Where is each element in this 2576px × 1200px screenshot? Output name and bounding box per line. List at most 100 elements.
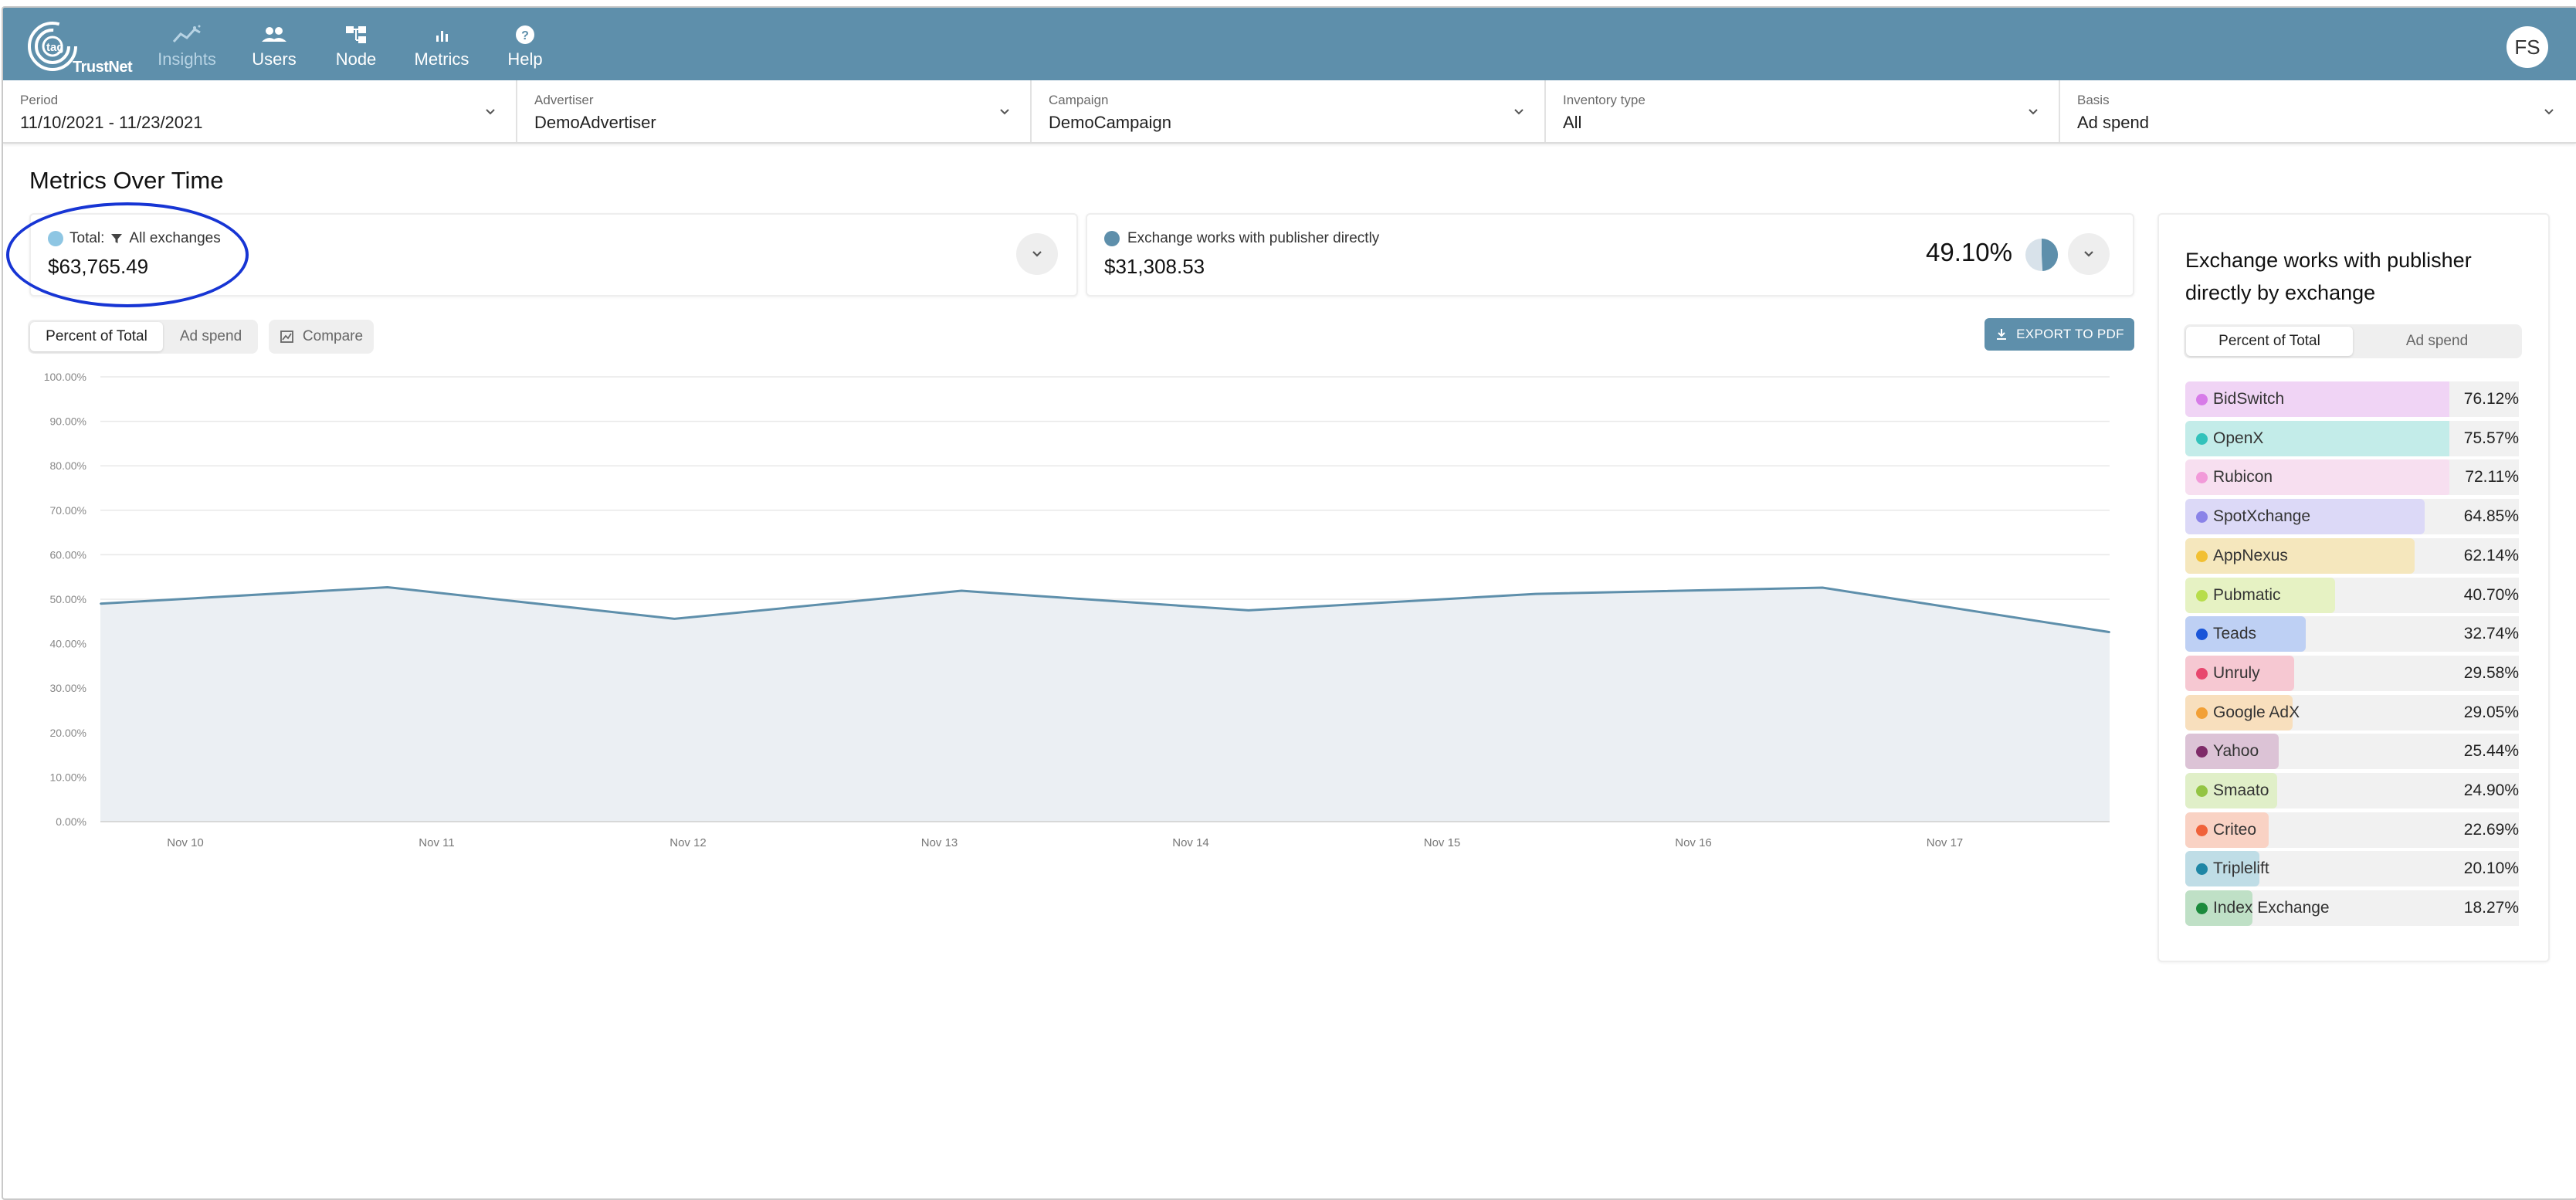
compare-label: Compare bbox=[302, 328, 364, 344]
help-icon: ? bbox=[516, 25, 534, 44]
side-tab-percent-of-total[interactable]: Percent of Total bbox=[2186, 327, 2353, 356]
data-point[interactable] bbox=[100, 602, 101, 605]
exchange-color-dot bbox=[2196, 511, 2208, 524]
period-filter[interactable]: Period 11/10/2021 - 11/23/2021 bbox=[3, 80, 517, 142]
chevron-down-icon bbox=[1000, 109, 1009, 115]
exchange-name: Teads bbox=[2213, 625, 2257, 643]
side-tab-ad-spend[interactable]: Ad spend bbox=[2355, 327, 2519, 356]
user-avatar[interactable]: FS bbox=[2507, 26, 2548, 68]
x-tick-label: Nov 15 bbox=[1424, 836, 1461, 849]
metric-expand-button[interactable] bbox=[2068, 233, 2110, 275]
filter-label: Basis bbox=[2077, 93, 2110, 107]
exchange-color-dot bbox=[2196, 707, 2208, 719]
y-tick-label: 20.00% bbox=[50, 727, 86, 739]
exchange-percent: 72.11% bbox=[2465, 468, 2519, 486]
insights-icon bbox=[172, 25, 201, 43]
chevron-down-icon bbox=[1514, 109, 1524, 115]
exchange-percent: 20.10% bbox=[2463, 859, 2519, 878]
data-point[interactable] bbox=[1247, 609, 1249, 612]
exchange-row[interactable]: Smaato 24.90% bbox=[2185, 773, 2523, 808]
total-card: Total: All exchanges $63,765.49 bbox=[29, 213, 1078, 297]
exchange-row[interactable]: BidSwitch 76.12% bbox=[2185, 381, 2523, 417]
data-point[interactable] bbox=[1822, 587, 1824, 589]
exchange-color-dot bbox=[2196, 824, 2208, 836]
total-expand-button[interactable] bbox=[1016, 233, 1058, 275]
metric-percent: 49.10% bbox=[1926, 238, 2012, 266]
metrics-icon bbox=[436, 31, 448, 42]
exchange-color-dot bbox=[2196, 903, 2208, 915]
exchange-row[interactable]: Pubmatic 40.70% bbox=[2185, 577, 2523, 613]
chevron-down-icon bbox=[2084, 251, 2093, 257]
filter-value: All bbox=[1563, 113, 1582, 132]
exchange-percent: 62.14% bbox=[2463, 546, 2519, 564]
data-point[interactable] bbox=[386, 586, 388, 588]
exchange-name: BidSwitch bbox=[2213, 390, 2285, 408]
advertiser-filter[interactable]: Advertiser DemoAdvertiser bbox=[517, 80, 1032, 142]
nav-label: Insights bbox=[158, 49, 216, 69]
y-tick-label: 50.00% bbox=[50, 593, 86, 605]
exchange-row[interactable]: Yahoo 25.44% bbox=[2185, 734, 2523, 770]
page-title: Metrics Over Time bbox=[29, 167, 224, 194]
exchange-percent: 24.90% bbox=[2463, 781, 2519, 799]
exchange-percent: 76.12% bbox=[2463, 390, 2519, 408]
data-point[interactable] bbox=[961, 590, 963, 592]
y-tick-label: 0.00% bbox=[56, 815, 86, 828]
filter-value: Ad spend bbox=[2077, 113, 2149, 132]
exchange-row[interactable]: Unruly 29.58% bbox=[2185, 655, 2523, 691]
x-tick-label: Nov 14 bbox=[1172, 836, 1209, 849]
series-area bbox=[100, 587, 2110, 822]
exchange-name: Criteo bbox=[2213, 820, 2257, 839]
exchange-percent: 25.44% bbox=[2463, 742, 2519, 761]
export-pdf-button[interactable]: EXPORT TO PDF bbox=[1985, 318, 2134, 351]
exchange-name: Triplelift bbox=[2213, 859, 2269, 878]
y-tick-label: 30.00% bbox=[50, 682, 86, 694]
download-icon bbox=[1997, 329, 2007, 340]
filter-bar: Period 11/10/2021 - 11/23/2021 Advertise… bbox=[3, 80, 2576, 144]
filter-icon bbox=[111, 234, 123, 243]
exchange-row[interactable]: Triplelift 20.10% bbox=[2185, 851, 2523, 887]
side-panel-title: Exchange works with publisher directly b… bbox=[2185, 249, 2472, 304]
y-tick-label: 60.00% bbox=[50, 548, 86, 561]
data-point[interactable] bbox=[2109, 631, 2110, 633]
exchange-row[interactable]: Google AdX 29.05% bbox=[2185, 694, 2523, 731]
exchange-row[interactable]: Index Exchange 18.27% bbox=[2185, 890, 2523, 927]
exchange-row[interactable]: AppNexus 62.14% bbox=[2185, 537, 2523, 574]
svg-text:?: ? bbox=[521, 29, 529, 42]
exchange-row[interactable]: SpotXchange 64.85% bbox=[2185, 499, 2523, 535]
nav-help[interactable]: ? Help bbox=[502, 22, 548, 76]
trustnet-logo[interactable]: tag TrustNet bbox=[26, 19, 133, 76]
y-tick-label: 40.00% bbox=[50, 638, 86, 650]
y-tick-label: 70.00% bbox=[50, 504, 86, 517]
nav-insights[interactable]: Insights bbox=[154, 22, 219, 76]
inventory-type-filter[interactable]: Inventory type All bbox=[1546, 80, 2060, 142]
exchange-name: Unruly bbox=[2213, 663, 2260, 682]
exchange-name: Yahoo bbox=[2213, 742, 2259, 761]
x-tick-label: Nov 10 bbox=[167, 836, 204, 849]
x-tick-label: Nov 13 bbox=[921, 836, 958, 849]
total-filter-label: All exchanges bbox=[129, 230, 221, 246]
nav-node[interactable]: Node bbox=[330, 22, 381, 76]
exchange-name: Index Exchange bbox=[2213, 899, 2330, 917]
nav-users[interactable]: Users bbox=[247, 22, 301, 76]
exchange-row[interactable]: Rubicon 72.11% bbox=[2185, 459, 2523, 496]
filter-value: DemoAdvertiser bbox=[534, 113, 656, 132]
exchange-color-dot bbox=[2196, 550, 2208, 562]
data-point[interactable] bbox=[1534, 593, 1537, 595]
exchange-color-dot bbox=[2196, 432, 2208, 445]
metrics-chart: 0.00% 10.00% 20.00% 30.00% 40.00% 50.00% 60.00… bbox=[44, 371, 2110, 849]
nav-metrics[interactable]: Metrics bbox=[411, 22, 473, 76]
total-dot bbox=[48, 231, 63, 246]
nav-label: Metrics bbox=[414, 49, 469, 69]
exchange-row[interactable]: OpenX 75.57% bbox=[2185, 420, 2523, 456]
exchange-row[interactable]: Criteo 22.69% bbox=[2185, 812, 2523, 848]
exchange-name: Pubmatic bbox=[2213, 585, 2281, 604]
exchange-row[interactable]: Teads 32.74% bbox=[2185, 616, 2523, 653]
x-tick-label: Nov 16 bbox=[1675, 836, 1712, 849]
x-tick-label: Nov 12 bbox=[669, 836, 707, 849]
data-point[interactable] bbox=[673, 618, 676, 620]
exchange-percent: 29.58% bbox=[2463, 663, 2519, 682]
nav-label: Node bbox=[335, 49, 377, 69]
campaign-filter[interactable]: Campaign DemoCampaign bbox=[1032, 80, 1546, 142]
basis-filter[interactable]: Basis Ad spend bbox=[2060, 80, 2574, 142]
exchange-color-dot bbox=[2196, 785, 2208, 797]
